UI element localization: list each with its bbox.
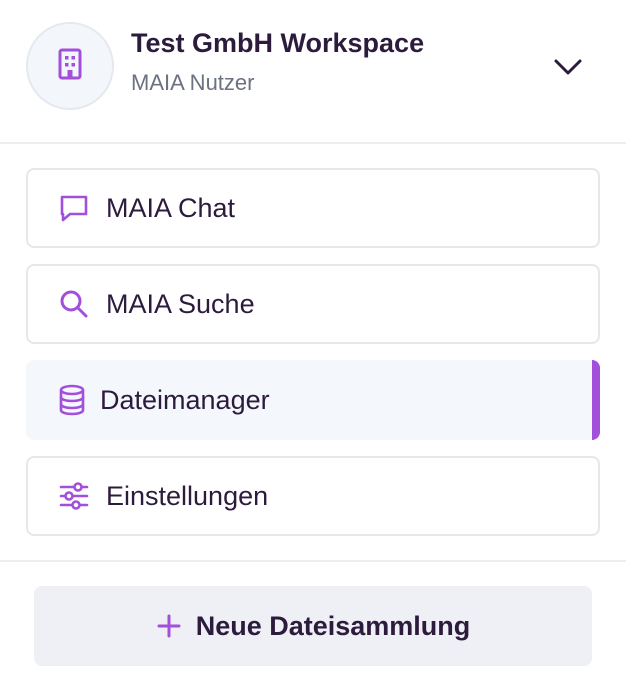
sidebar: Test GmbH Workspace MAIA Nutzer MAIA Cha… — [0, 0, 626, 698]
nav-item-label: MAIA Chat — [106, 192, 236, 223]
workspace-avatar — [26, 22, 114, 110]
divider — [0, 560, 626, 562]
building-icon — [55, 47, 85, 86]
chat-bubble-icon — [56, 190, 92, 226]
divider — [0, 142, 626, 144]
nav-item-label: MAIA Suche — [106, 288, 255, 319]
nav-item-maia-suche[interactable]: MAIA Suche — [26, 264, 600, 344]
nav-item-maia-chat[interactable]: MAIA Chat — [26, 168, 600, 248]
nav-item-dateimanager[interactable]: Dateimanager — [26, 360, 600, 440]
chevron-down-icon[interactable] — [551, 52, 585, 82]
nav-item-label: Dateimanager — [100, 384, 270, 415]
sliders-icon — [56, 478, 92, 514]
new-file-collection-label: Neue Dateisammlung — [195, 610, 471, 641]
nav-item-label: Einstellungen — [106, 480, 269, 511]
new-file-collection-button[interactable]: Neue Dateisammlung — [34, 586, 592, 666]
plus-icon — [156, 613, 182, 639]
workspace-role: MAIA Nutzer — [131, 70, 255, 95]
workspace-switcher[interactable]: Test GmbH Workspace MAIA Nutzer — [0, 0, 626, 142]
nav-item-einstellungen[interactable]: Einstellungen — [26, 456, 600, 536]
database-icon — [54, 382, 90, 418]
workspace-name: Test GmbH Workspace — [131, 28, 425, 58]
search-icon — [56, 286, 92, 322]
